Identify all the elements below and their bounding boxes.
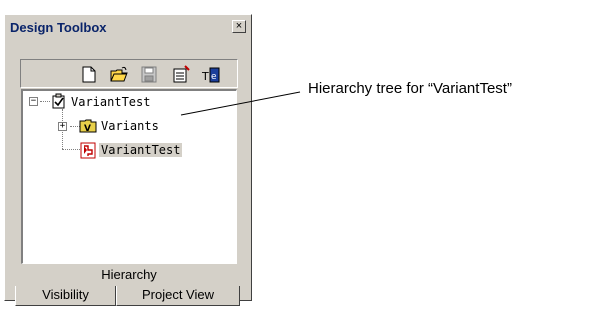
title-bar[interactable]: Design Toolbox × xyxy=(6,16,250,40)
tree-node-varianttest[interactable]: VariantTest xyxy=(27,141,227,159)
tree-node-variants[interactable]: + V Variants xyxy=(27,117,227,135)
tab-visibility[interactable]: Visibility xyxy=(15,286,116,306)
tab-hierarchy[interactable]: Hierarchy xyxy=(21,264,237,286)
toolbar: T e xyxy=(20,59,238,88)
schematic-icon xyxy=(79,141,97,164)
svg-text:T: T xyxy=(201,70,209,83)
design-toolbox-panel: Design Toolbox × T e − VariantTest + V V… xyxy=(4,14,252,306)
svg-text:e: e xyxy=(211,72,217,82)
svg-text:V: V xyxy=(84,124,91,134)
text-editor-icon[interactable]: T e xyxy=(201,65,221,84)
collapse-icon[interactable]: − xyxy=(29,97,38,106)
tab-project-view[interactable]: Project View xyxy=(116,286,240,306)
new-document-icon[interactable] xyxy=(79,65,99,84)
callout-label: Hierarchy tree for “VariantTest” xyxy=(308,80,512,97)
folder-v-icon: V xyxy=(79,117,97,138)
close-button[interactable]: × xyxy=(232,20,246,33)
expand-icon[interactable]: + xyxy=(58,122,67,131)
tree-node-label: Variants xyxy=(101,119,159,133)
hierarchy-tree[interactable]: − VariantTest + V Variants VariantTest xyxy=(21,89,237,264)
tree-node-root[interactable]: − VariantTest xyxy=(27,93,227,111)
window-title: Design Toolbox xyxy=(10,20,107,35)
properties-icon[interactable] xyxy=(171,65,191,84)
open-folder-icon[interactable] xyxy=(109,65,129,84)
save-disk-icon[interactable] xyxy=(139,65,159,84)
tree-node-label: VariantTest xyxy=(71,95,151,109)
checklist-icon xyxy=(51,93,67,114)
tree-node-label: VariantTest xyxy=(99,143,183,157)
